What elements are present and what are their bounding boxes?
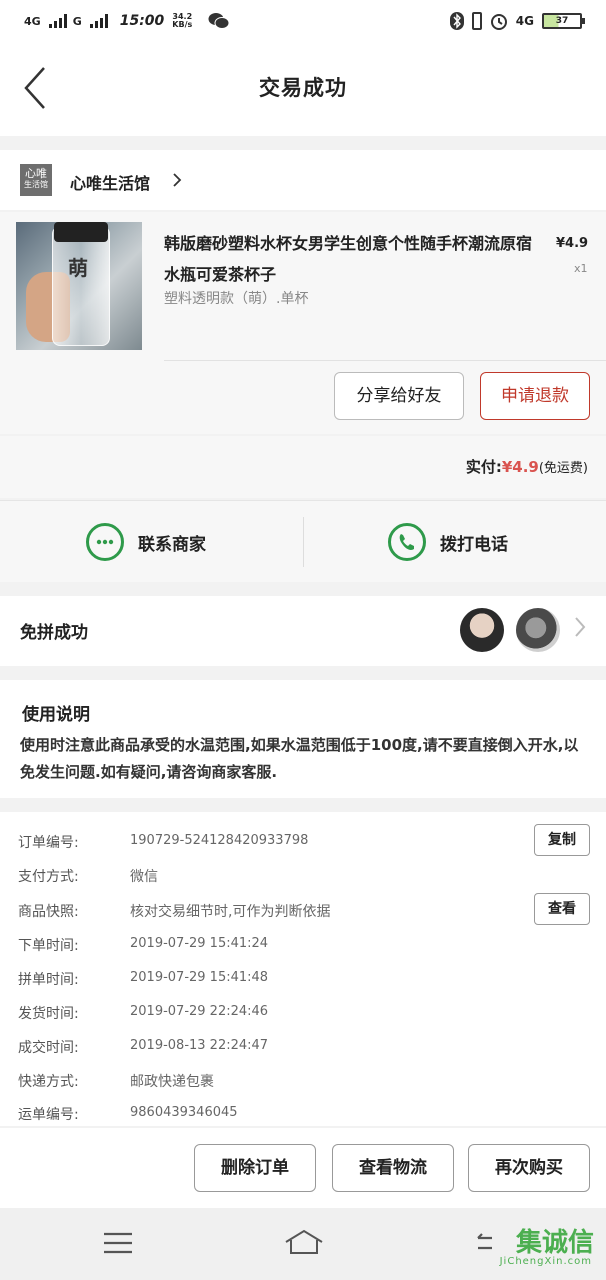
contact-merchant-button[interactable]: 联系商家 [86,523,206,561]
call-phone-label: 拨打电话 [440,534,508,555]
wechat-icon [208,13,230,29]
network-label-2: G [72,14,82,28]
thumb-label: 萌 [68,256,88,280]
battery-level: 37 [555,16,569,26]
signal-icon [48,14,67,28]
avatar [516,608,560,652]
ship-time: 2019-07-29 22:24:46 [130,1004,269,1019]
system-nav-bar: 集诚信 JiChengXin.com [0,1208,606,1280]
chat-icon [86,523,124,561]
group-time: 2019-07-29 15:41:48 [130,970,269,985]
detail-label: 支付方式: [18,869,79,885]
phone-icon [471,12,482,30]
view-logistics-button[interactable]: 查看物流 [332,1144,454,1192]
snapshot-text: 核对交易细节时,可作为判断依据 [130,904,331,920]
product-title[interactable]: 韩版磨砂塑料水杯女男学生创意个性随手杯潮流原宿水瓶可爱茶杯子 [164,228,544,290]
delete-order-button[interactable]: 删除订单 [194,1144,316,1192]
network-label-right: 4G [515,14,534,28]
detail-label: 成交时间: [18,1040,79,1056]
chevron-right-icon [173,173,182,187]
back-nav-icon[interactable] [474,1232,496,1254]
menu-icon[interactable] [104,1232,132,1254]
alarm-icon [490,14,507,30]
detail-label: 发货时间: [18,1006,79,1022]
buy-again-button[interactable]: 再次购买 [468,1144,590,1192]
status-left: 4G G 15:00 34.2 KB/s [24,12,230,30]
order-time: 2019-07-29 15:41:24 [130,936,269,951]
bluetooth-icon [449,12,464,30]
detail-label: 订单编号: [18,835,79,851]
instructions-title: 使用说明 [22,705,90,725]
thumb-bottle [52,226,110,346]
call-phone-button[interactable]: 拨打电话 [388,523,508,561]
chevron-right-icon [575,617,586,637]
phone-call-icon [388,523,426,561]
clock: 15:00 [119,13,165,29]
tracking-number: 9860439346045 [130,1105,238,1120]
product-price: ¥4.9 [556,236,589,251]
product-quantity: x1 [574,262,588,275]
product-spec: 塑料透明款（萌）.单杯 [164,291,309,307]
shop-logo: 心唯 生活馆 [20,164,52,196]
payment-total: 实付:¥4.9(免运费) [466,456,588,477]
detail-label: 商品快照: [18,904,79,920]
payment-method: 微信 [130,869,158,885]
shop-logo-text-bottom: 生活馆 [24,180,48,189]
page-title: 交易成功 [259,76,347,100]
detail-label: 下单时间: [18,938,79,954]
vertical-divider [303,517,304,567]
payment-amount: ¥4.9 [501,458,539,476]
refund-button[interactable]: 申请退款 [480,372,590,420]
detail-label: 快递方式: [18,1074,79,1090]
avatar [460,608,504,652]
network-label-1: 4G [24,14,41,28]
header: 交易成功 [0,44,606,136]
contact-merchant-label: 联系商家 [138,534,206,555]
shop-logo-text-top: 心唯 [25,167,47,180]
watermark-logo: 集诚信 [515,1228,594,1258]
product-card: 萌 韩版磨砂塑料水杯女男学生创意个性随手杯潮流原宿水瓶可爱茶杯子 ¥4.9 x1… [0,212,606,434]
deal-time: 2019-08-13 22:24:47 [130,1038,269,1053]
status-bar: 4G G 15:00 34.2 KB/s 4G 37 [0,0,606,44]
order-number: 190729-524128420933798 [130,833,309,848]
payment-shipping: (免运费) [538,461,588,476]
status-right: 4G 37 [449,12,585,30]
divider [164,360,606,361]
net-speed-unit: KB/s [172,20,193,29]
shop-name[interactable]: 心唯生活馆 [70,170,150,194]
thumb-cap [54,222,108,242]
shop-row[interactable]: 心唯 生活馆 心唯生活馆 [0,150,606,210]
view-snapshot-button[interactable]: 查看 [534,893,590,925]
instructions-body: 使用时注意此商品承受的水温范围,如果水温范围低于100度,请不要直接倒入开水,以… [20,736,579,781]
group-success-label: 免拼成功 [20,623,88,643]
delivery-method: 邮政快递包裹 [130,1074,214,1090]
group-success-row[interactable]: 免拼成功 [0,596,606,666]
usage-instructions: 使用说明 使用时注意此商品承受的水温范围,如果水温范围低于100度,请不要直接倒… [0,680,606,798]
detail-label: 运单编号: [18,1107,79,1123]
detail-label: 拼单时间: [18,972,79,988]
order-details: 订单编号: 190729-524128420933798 复制 支付方式: 微信… [0,812,606,1126]
payment-label: 实付: [465,458,502,476]
share-button[interactable]: 分享给好友 [334,372,464,420]
battery-icon: 37 [542,13,585,29]
copy-button[interactable]: 复制 [534,824,590,856]
action-bar: 删除订单 查看物流 再次购买 [0,1128,606,1208]
product-thumbnail[interactable]: 萌 [16,222,142,350]
watermark-url: JiChengXin.com [499,1256,592,1267]
signal-icon-2 [89,14,108,28]
home-icon[interactable] [284,1228,324,1256]
net-speed: 34.2 KB/s [172,13,192,29]
payment-summary: 实付:¥4.9(免运费) [0,436,606,498]
contact-row: 联系商家 拨打电话 [0,500,606,582]
